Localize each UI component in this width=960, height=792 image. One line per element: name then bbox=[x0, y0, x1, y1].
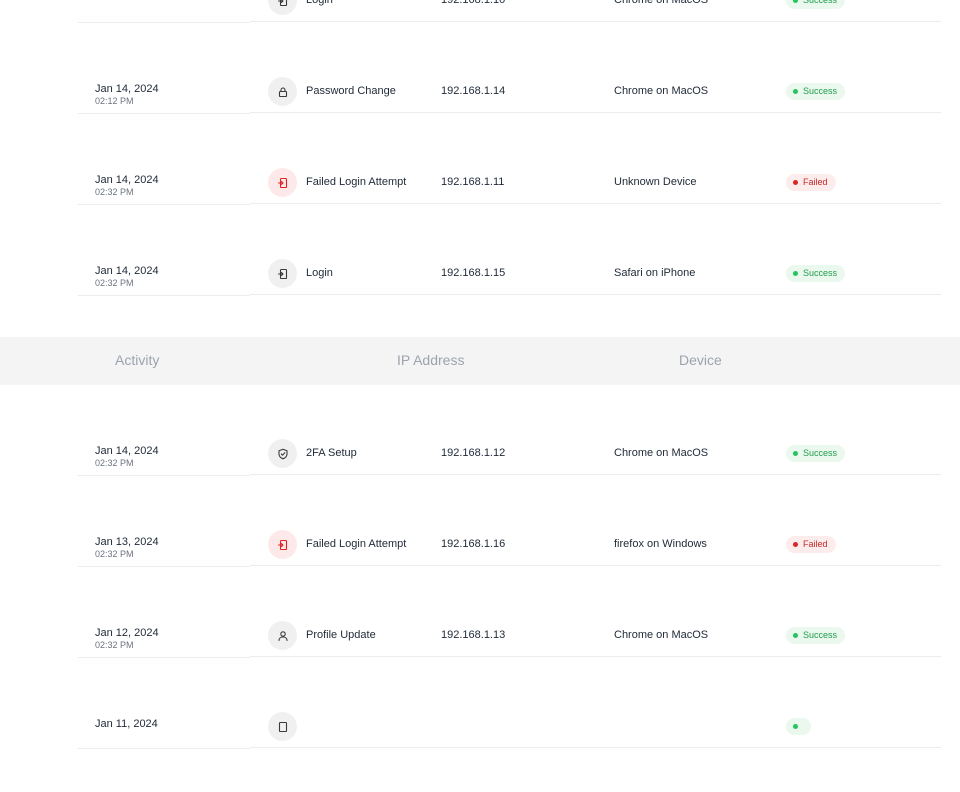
row-divider bbox=[250, 474, 941, 475]
activity-time: 02:32 PM bbox=[95, 0, 134, 3]
login-icon bbox=[268, 0, 297, 15]
login-icon bbox=[268, 168, 297, 197]
ip-address: 192.168.1.16 bbox=[441, 538, 506, 550]
status-badge: Success bbox=[786, 83, 846, 100]
ip-address: 192.168.1.11 bbox=[441, 176, 505, 188]
row-divider bbox=[250, 21, 941, 22]
table-row[interactable]: Jan 14, 2024 02:32 PM Failed Login Attempt… bbox=[0, 156, 960, 248]
table-row[interactable]: Jan 12, 2024 02:32 PM Profile Update 192.16… bbox=[0, 609, 960, 701]
device-name: Chrome on MacOS bbox=[614, 85, 709, 97]
ip-address: 192.168.1.10 bbox=[441, 0, 506, 6]
row-divider bbox=[250, 112, 941, 113]
ip-address: 192.168.1.14 bbox=[441, 85, 506, 97]
row-divider bbox=[250, 294, 941, 295]
activity-time: 02:32 PM bbox=[95, 549, 134, 559]
activity-name: Login bbox=[306, 267, 333, 279]
status-badge: Success bbox=[786, 445, 846, 462]
activity-time: 02:32 PM bbox=[95, 278, 134, 288]
row-divider bbox=[250, 656, 941, 657]
device-name: Chrome on MacOS bbox=[614, 447, 709, 459]
activity-name: Profile Update bbox=[306, 629, 376, 641]
activity-date: Jan 14, 2024 bbox=[95, 83, 159, 95]
status-badge: Success bbox=[786, 0, 846, 9]
date-cell: Jan 14, 2024 02:12 PM bbox=[95, 83, 159, 107]
activity-time: 02:32 PM bbox=[95, 187, 134, 197]
activity-time: 02:12 PM bbox=[95, 96, 134, 106]
device-name: Chrome on MacOS bbox=[614, 0, 709, 6]
activity-date: Jan 14, 2024 bbox=[95, 174, 159, 186]
column-header-activity[interactable]: Activity bbox=[115, 352, 159, 368]
table-row[interactable]: Jan 14, 2024 02:32 PM Login 192.168.1.15 Saf… bbox=[0, 247, 960, 339]
activity-date: Jan 14, 2024 bbox=[95, 445, 159, 457]
ip-address: 192.168.1.13 bbox=[441, 629, 506, 641]
date-cell: Jan 14, 2024 02:32 PM bbox=[95, 445, 159, 469]
device-name: firefox on Windows bbox=[614, 538, 707, 550]
status-badge: Failed bbox=[786, 174, 836, 191]
activity-name: Failed Login Attempt bbox=[306, 176, 407, 188]
column-header-device[interactable]: Device bbox=[679, 352, 722, 368]
date-cell: Jan 14, 2024 02:32 PM bbox=[95, 265, 159, 289]
status-badge bbox=[786, 718, 811, 735]
column-header-ip-address[interactable]: IP Address bbox=[397, 352, 464, 368]
row-divider bbox=[78, 113, 250, 114]
column-header-bar: Activity IP Address Device bbox=[0, 337, 960, 385]
activity-date: Jan 14, 2024 bbox=[95, 265, 159, 277]
lock-icon bbox=[268, 77, 297, 106]
login-icon bbox=[268, 530, 297, 559]
row-divider bbox=[78, 475, 250, 476]
row-divider bbox=[78, 748, 250, 749]
table-row[interactable]: 02:32 PM Login 192.168.1.10 Chrome on MacOS… bbox=[0, 0, 960, 66]
activity-date: Jan 12, 2024 bbox=[95, 627, 159, 639]
date-cell: Jan 12, 2024 02:32 PM bbox=[95, 627, 159, 651]
status-badge: Success bbox=[786, 627, 846, 644]
date-cell: Jan 14, 2024 02:32 PM bbox=[95, 174, 159, 198]
date-cell: Jan 13, 2024 02:32 PM bbox=[95, 536, 159, 560]
status-badge: Failed bbox=[786, 536, 836, 553]
table-row[interactable]: Jan 11, 2024 bbox=[0, 700, 960, 792]
activity-time: 02:32 PM bbox=[95, 458, 134, 468]
activity-name: 2FA Setup bbox=[306, 447, 357, 459]
row-divider bbox=[78, 204, 250, 205]
device-name: Chrome on MacOS bbox=[614, 629, 709, 641]
row-divider bbox=[78, 657, 250, 658]
table-row[interactable]: Jan 14, 2024 02:12 PM Password Change 192.1… bbox=[0, 65, 960, 157]
login-icon bbox=[268, 259, 297, 288]
row-divider bbox=[78, 566, 250, 567]
date-cell: 02:32 PM bbox=[95, 0, 134, 3]
device-name: Unknown Device bbox=[614, 176, 697, 188]
shield-check-icon bbox=[268, 439, 297, 468]
user-icon bbox=[268, 621, 297, 650]
table-row[interactable]: Jan 14, 2024 02:32 PM 2FA Setup 192.168.1.1… bbox=[0, 427, 960, 519]
activity-name: Password Change bbox=[306, 85, 396, 97]
document-icon bbox=[268, 712, 297, 741]
table-row[interactable]: Jan 13, 2024 02:32 PM Failed Login Attempt… bbox=[0, 518, 960, 610]
ip-address: 192.168.1.12 bbox=[441, 447, 506, 459]
activity-name: Failed Login Attempt bbox=[306, 538, 407, 550]
ip-address: 192.168.1.15 bbox=[441, 267, 506, 279]
row-divider bbox=[250, 747, 941, 748]
row-divider bbox=[250, 203, 941, 204]
row-divider bbox=[250, 565, 941, 566]
activity-name: Login bbox=[306, 0, 333, 6]
activity-time: 02:32 PM bbox=[95, 640, 134, 650]
activity-date: Jan 13, 2024 bbox=[95, 536, 159, 548]
status-badge: Success bbox=[786, 265, 846, 282]
row-divider bbox=[78, 22, 250, 23]
device-name: Safari on iPhone bbox=[614, 267, 696, 279]
row-divider bbox=[78, 295, 250, 296]
